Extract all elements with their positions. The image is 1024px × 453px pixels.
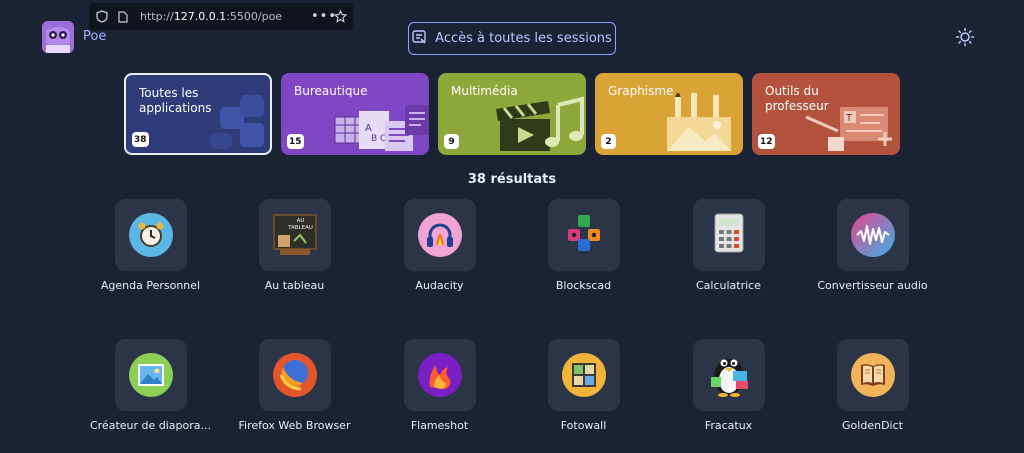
svg-text:A: A: [365, 123, 372, 134]
category-count-badge: 15: [287, 134, 304, 149]
waveform-icon: [850, 213, 895, 257]
flame-icon: [417, 353, 462, 397]
app-name: Audacity: [415, 279, 464, 292]
category-card-bureautique[interactable]: Bureautique A B C 15: [281, 73, 429, 155]
office-documents-icon: A B C: [329, 99, 429, 155]
page-info-icon[interactable]: [116, 10, 130, 24]
graphics-picture-icon: [653, 91, 743, 155]
app-audacity[interactable]: Audacity: [367, 199, 512, 292]
app-tile[interactable]: [547, 199, 620, 271]
teacher-tools-board-icon: T: [800, 101, 900, 155]
app-name: GoldenDict: [842, 419, 903, 432]
app-au-tableau[interactable]: AU TABLEAU Au tableau: [222, 199, 367, 292]
category-card-graphisme[interactable]: Graphisme 2: [595, 73, 743, 155]
app-calculatrice[interactable]: Calculatrice: [656, 199, 801, 292]
theme-toggle-sun-icon[interactable]: [955, 27, 975, 47]
bookmark-star-icon[interactable]: [333, 10, 347, 24]
app-tile[interactable]: [114, 339, 187, 411]
url-text[interactable]: http://127.0.0.1:5500/poe: [140, 10, 282, 23]
penguin-icon: [707, 349, 751, 401]
browser-url-bar[interactable]: http://127.0.0.1:5500/poe •••: [89, 3, 353, 30]
app-tile[interactable]: [403, 199, 476, 271]
app-name: Flameshot: [410, 419, 469, 432]
category-count-badge: 12: [758, 134, 775, 149]
blackboard-text: AU TABLEAU: [288, 218, 313, 231]
app-name: Poe: [83, 29, 107, 44]
firefox-icon: [272, 353, 317, 397]
app-name: Fracatux: [704, 419, 753, 432]
shield-icon[interactable]: [95, 10, 109, 24]
category-card-multimedia[interactable]: Multimédia 9: [438, 73, 586, 155]
app-tile[interactable]: [258, 339, 331, 411]
app-tile[interactable]: [836, 199, 909, 271]
app-firefox[interactable]: Firefox Web Browser: [222, 339, 367, 432]
picture-icon: [128, 353, 173, 397]
app-name: Agenda Personnel: [100, 279, 201, 292]
app-goldendict[interactable]: GoldenDict: [800, 339, 945, 432]
app-agenda-personnel[interactable]: Agenda Personnel: [78, 199, 223, 292]
app-flameshot[interactable]: Flameshot: [367, 339, 512, 432]
app-tile[interactable]: [403, 339, 476, 411]
url-path: :5500/poe: [226, 10, 283, 23]
headphones-icon: [417, 213, 462, 257]
app-name: Blockscad: [555, 279, 612, 292]
book-icon: [850, 353, 895, 397]
grid-apps-icon: [190, 93, 270, 153]
category-count-badge: 2: [601, 134, 616, 149]
app-tile[interactable]: [692, 199, 765, 271]
poe-logo-icon[interactable]: [42, 21, 74, 53]
app-name: Fotowall: [560, 419, 607, 432]
app-tile[interactable]: [114, 199, 187, 271]
alarm-clock-icon: [128, 213, 173, 257]
app-blockscad[interactable]: Blockscad: [511, 199, 656, 292]
svg-text:T: T: [845, 113, 853, 124]
category-cards: Toutes les applications 38 Bureautique A…: [0, 73, 1024, 155]
all-sessions-label: Accès à toutes les sessions: [435, 31, 612, 46]
app-tile[interactable]: AU TABLEAU: [258, 199, 331, 271]
app-name: Créateur de diapora...: [89, 419, 212, 432]
category-card-outils-professeur[interactable]: Outils du professeur T 12: [752, 73, 900, 155]
multimedia-clapper-icon: [486, 95, 586, 155]
category-count-badge: 38: [132, 132, 149, 147]
app-fracatux[interactable]: Fracatux: [656, 339, 801, 432]
app-name: Au tableau: [264, 279, 325, 292]
url-host: 127.0.0.1: [173, 10, 227, 23]
calculator-icon: [713, 213, 745, 257]
app-fotowall[interactable]: Fotowall: [511, 339, 656, 432]
blocks-icon: [564, 213, 604, 257]
photo-wall-icon: [561, 353, 606, 397]
app-name: Convertisseur audio: [817, 279, 928, 292]
results-count: 38 résultats: [467, 172, 557, 187]
app-name: Calculatrice: [695, 279, 761, 292]
url-prefix: http://: [140, 10, 174, 23]
category-count-badge: 9: [444, 134, 459, 149]
category-card-all[interactable]: Toutes les applications 38: [124, 73, 272, 155]
app-tile[interactable]: [836, 339, 909, 411]
category-label: Bureautique: [294, 84, 368, 98]
app-name: Firefox Web Browser: [238, 419, 351, 432]
app-createur-diaporama[interactable]: Créateur de diapora...: [78, 339, 223, 432]
blackboard-icon: AU TABLEAU: [272, 213, 318, 257]
all-sessions-button[interactable]: Accès à toutes les sessions: [408, 22, 616, 55]
svg-text:B C: B C: [371, 134, 386, 144]
app-convertisseur-audio[interactable]: Convertisseur audio: [800, 199, 945, 292]
app-tile[interactable]: [547, 339, 620, 411]
app-tile[interactable]: [692, 339, 765, 411]
sessions-icon: [412, 29, 427, 48]
